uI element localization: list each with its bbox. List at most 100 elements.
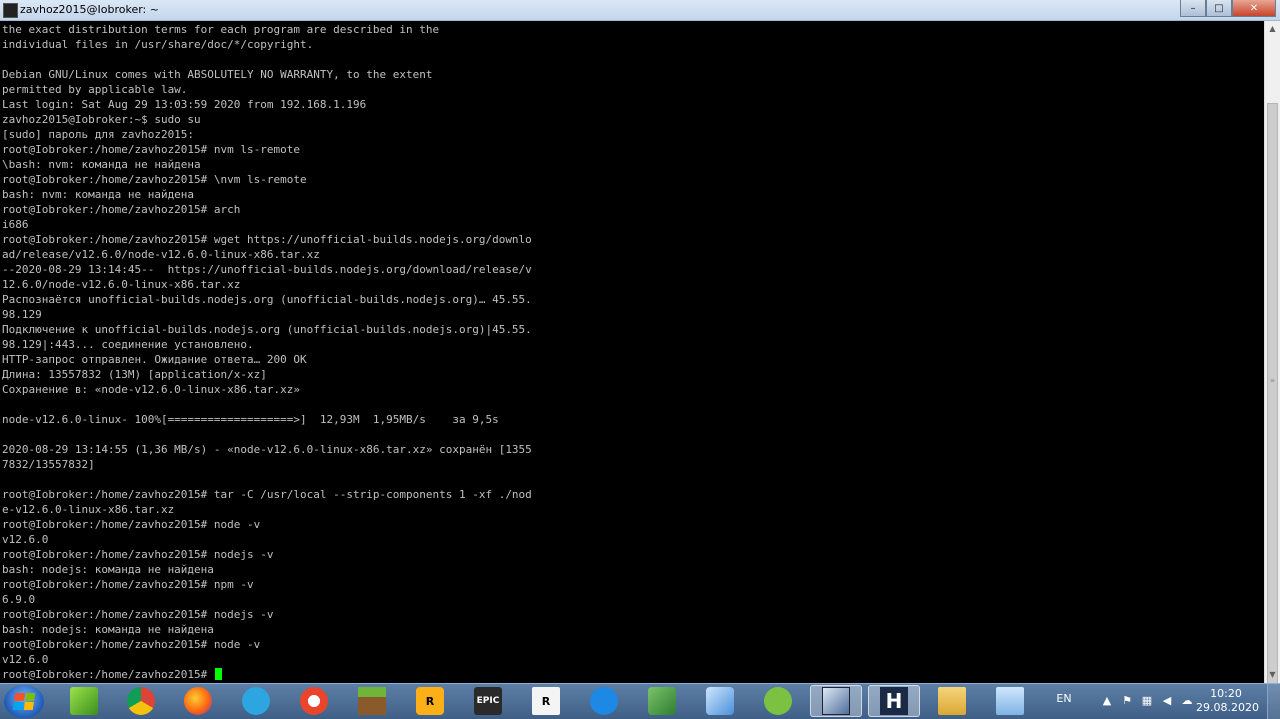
terminal-line: Подключение к unofficial-builds.nodejs.o… [2, 323, 532, 336]
terminal-line: v12.6.0 [2, 653, 49, 666]
window-controls: – □ ✕ [1180, 0, 1276, 18]
network-icon[interactable]: ▦ [1140, 694, 1154, 708]
taskbar-app-chrome[interactable] [115, 685, 167, 717]
h-icon: H [880, 687, 908, 715]
leaf-icon [764, 687, 792, 715]
taskbar-app-firefox[interactable] [172, 685, 224, 717]
taskbar-app-putty[interactable] [810, 685, 862, 717]
chevron-up-icon[interactable]: ▲ [1100, 694, 1114, 708]
terminal-line: root@Iobroker:/home/zavhoz2015# arch [2, 203, 241, 216]
terminal-line: zavhoz2015@Iobroker:~$ sudo su [2, 113, 201, 126]
terminal-line: --2020-08-29 13:14:45-- https://unoffici… [2, 263, 532, 276]
system-tray: EN ▲ ⚑ ▦ ◀ ☁ 10:20 29.08.2020 [1020, 684, 1280, 719]
volume-icon[interactable]: ◀ [1160, 694, 1174, 708]
taskbar-app-rockstar-editor[interactable]: R [520, 685, 572, 717]
terminal-line: root@Iobroker:/home/zavhoz2015# node -v [2, 518, 261, 531]
terminal-line: root@Iobroker:/home/zavhoz2015# wget htt… [2, 233, 532, 246]
terminal-prompt: root@Iobroker:/home/zavhoz2015# [2, 668, 208, 681]
green-cube-icon [70, 687, 98, 715]
close-button[interactable]: ✕ [1232, 0, 1276, 17]
scroll-up-arrow-icon[interactable]: ▲ [1265, 21, 1280, 37]
terminal-line: Сохранение в: «node-v12.6.0-linux-x86.ta… [2, 383, 301, 396]
terminal-line: [sudo] пароль для zavhoz2015: [2, 128, 195, 141]
terminal-line: Debian GNU/Linux comes with ABSOLUTELY N… [2, 68, 433, 81]
taskbar-app-telegram[interactable] [230, 685, 282, 717]
terminal-line: individual files in /usr/share/doc/*/cop… [2, 38, 314, 51]
terminal-line: root@Iobroker:/home/zavhoz2015# nodejs -… [2, 548, 274, 561]
terminal-line: Длина: 13557832 (13M) [application/x-xz] [2, 368, 267, 381]
terminal-line: permitted by applicable law. [2, 83, 188, 96]
network-icon [648, 687, 676, 715]
terminal-line: root@Iobroker:/home/zavhoz2015# nodejs -… [2, 608, 274, 621]
terminal-line: the exact distribution terms for each pr… [2, 23, 440, 36]
terminal-line: root@Iobroker:/home/zavhoz2015# tar -C /… [2, 488, 532, 501]
scroll-grip-icon: ≡ [1269, 377, 1276, 384]
scroll-thumb[interactable] [1267, 103, 1278, 685]
language-indicator[interactable]: EN [1056, 692, 1072, 705]
terminal-line: root@Iobroker:/home/zavhoz2015# \nvm ls-… [2, 173, 307, 186]
cloud-icon[interactable]: ☁ [1180, 694, 1194, 708]
terminal-line: bash: nvm: команда не найдена [2, 188, 195, 201]
minimize-button[interactable]: – [1180, 0, 1206, 17]
terminal-line: Распознаётся unofficial-builds.nodejs.or… [2, 293, 532, 306]
firefox-icon [184, 687, 212, 715]
terminal-line: 7832/13557832] [2, 458, 95, 471]
r-editor-icon: R [532, 687, 560, 715]
putty-app-icon[interactable] [3, 3, 18, 18]
window-titlebar[interactable]: zavhoz2015@Iobroker: ~ – □ ✕ [0, 0, 1280, 21]
taskbar-app-leaf-app[interactable] [752, 685, 804, 717]
taskbar-app-minecraft[interactable] [346, 685, 398, 717]
terminal-line: \bash: nvm: команда не найдена [2, 158, 201, 171]
terminal-line: 6.9.0 [2, 593, 36, 606]
epic-games-icon: EPIC [474, 687, 502, 715]
taskbar-app-hex-editor[interactable]: H [868, 685, 920, 717]
folder-icon [938, 687, 966, 715]
clock-date: 29.08.2020 [1196, 701, 1259, 714]
taskbar-app-minecraft-launcher[interactable] [58, 685, 110, 717]
taskbar-app-epic-games[interactable]: EPIC [462, 685, 514, 717]
taskbar-app-cloud-app[interactable] [578, 685, 630, 717]
terminal-scrollbar[interactable]: ▲ ≡ ▼ [1264, 21, 1280, 685]
terminal-line: e-v12.6.0-linux-x86.tar.xz [2, 503, 175, 516]
window-title: zavhoz2015@Iobroker: ~ [20, 3, 159, 16]
terminal-line: bash: nodejs: команда не найдена [2, 623, 214, 636]
windows-logo-icon [12, 693, 36, 710]
terminal-prompt-line[interactable]: root@Iobroker:/home/zavhoz2015# [2, 667, 222, 682]
clock[interactable]: 10:20 29.08.2020 [1196, 687, 1259, 715]
terminal-line: root@Iobroker:/home/zavhoz2015# nvm ls-r… [2, 143, 301, 156]
terminal-line: v12.6.0 [2, 533, 49, 546]
maximize-button[interactable]: □ [1206, 0, 1232, 17]
terminal-line: Last login: Sat Aug 29 13:03:59 2020 fro… [2, 98, 367, 111]
taskbar-app-network-app[interactable] [636, 685, 688, 717]
terminal-cursor [214, 668, 222, 680]
chrome-icon [127, 687, 155, 715]
putty-icon [822, 687, 850, 715]
taskbar-app-ccleaner[interactable] [288, 685, 340, 717]
terminal-line: root@Iobroker:/home/zavhoz2015# npm -v [2, 578, 254, 591]
terminal-line: i686 [2, 218, 29, 231]
grass-block-icon [358, 687, 386, 715]
taskbar-app-tools-app[interactable] [694, 685, 746, 717]
terminal-line: 2020-08-29 13:14:55 (1,36 MB/s) - «node-… [2, 443, 532, 456]
clock-time: 10:20 [1210, 687, 1242, 700]
terminal-line: 12.6.0/node-v12.6.0-linux-x86.tar.xz [2, 278, 241, 291]
show-desktop-button[interactable] [1267, 684, 1280, 719]
taskbar: R EPIC R H EN ▲ ⚑ ▦ ◀ ☁ 10:20 29.08.2020 [0, 683, 1280, 719]
terminal-line: 98.129|:443... соединение установлено. [2, 338, 254, 351]
terminal-line: root@Iobroker:/home/zavhoz2015# node -v [2, 638, 261, 651]
taskbar-app-file-explorer[interactable] [926, 685, 978, 717]
terminal-line: node-v12.6.0-linux- 100%[===============… [2, 413, 499, 426]
terminal-line: HTTP-запрос отправлен. Ожидание ответа… … [2, 353, 307, 366]
terminal-output[interactable]: the exact distribution terms for each pr… [0, 21, 1264, 683]
telegram-icon [242, 687, 270, 715]
rockstar-icon: R [416, 687, 444, 715]
terminal-line: ad/release/v12.6.0/node-v12.6.0-linux-x8… [2, 248, 320, 261]
terminal-line: 98.129 [2, 308, 42, 321]
start-button[interactable] [4, 685, 44, 718]
taskbar-app-rockstar-launcher[interactable]: R [404, 685, 456, 717]
scroll-down-arrow-icon[interactable]: ▼ [1265, 667, 1280, 683]
cloud-icon [590, 687, 618, 715]
tools-icon [706, 687, 734, 715]
terminal-line: bash: nodejs: команда не найдена [2, 563, 214, 576]
flag-icon[interactable]: ⚑ [1120, 694, 1134, 708]
